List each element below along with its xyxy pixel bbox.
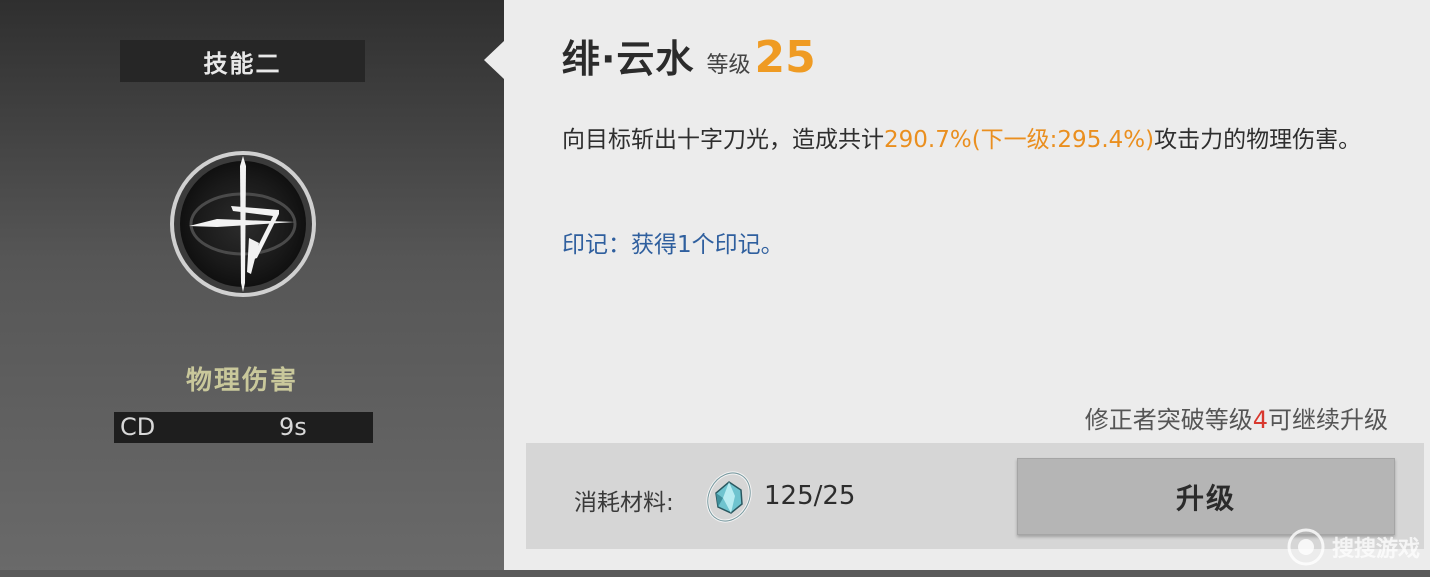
breakthrough-text-tail: 可继续升级 bbox=[1268, 406, 1388, 434]
skill-side-panel: 技能二 物理伤害 CD 9s bbox=[0, 0, 504, 577]
cooldown-value: 9s bbox=[279, 413, 307, 441]
breakthrough-text: 修正者突破等级 bbox=[1084, 406, 1253, 434]
watermark: 搜搜游戏 bbox=[1286, 527, 1420, 567]
bottom-strip bbox=[0, 570, 1430, 577]
skill-detail-panel: 绯·云水 等级 25 向目标斩出十字刀光，造成共计290.7%(下一级:295.… bbox=[504, 0, 1430, 570]
damage-percent-highlight: 290.7%(下一级:295.4%) bbox=[884, 127, 1155, 153]
damage-type-label: 物理伤害 bbox=[185, 366, 298, 396]
upgrade-button[interactable]: 升级 bbox=[1017, 458, 1395, 535]
watermark-text: 搜搜游戏 bbox=[1331, 537, 1420, 562]
level-label: 等级 bbox=[706, 53, 751, 78]
skill-title-row: 绯·云水 等级 25 bbox=[562, 28, 816, 83]
description-text: 向目标斩出十字刀光，造成共计 bbox=[562, 127, 884, 153]
cooldown-bar: CD 9s bbox=[114, 412, 373, 443]
cross-slash-icon[interactable] bbox=[167, 148, 319, 300]
watermark-logo-icon bbox=[1287, 528, 1325, 566]
panel-pointer-arrow bbox=[484, 41, 504, 79]
breakthrough-level: 4 bbox=[1252, 406, 1268, 434]
skill-description: 向目标斩出十字刀光，造成共计290.7%(下一级:295.4%)攻击力的物理伤害… bbox=[562, 124, 1402, 156]
material-count: 125/25 bbox=[764, 481, 856, 511]
cooldown-label: CD bbox=[120, 413, 156, 441]
breakthrough-requirement: 修正者突破等级4可继续升级 bbox=[1085, 400, 1388, 435]
skill-name: 绯·云水 bbox=[562, 37, 695, 81]
skill-slot-tag: 技能二 bbox=[120, 40, 365, 82]
level-value: 25 bbox=[754, 32, 816, 83]
material-label: 消耗材料: bbox=[574, 490, 674, 516]
description-text-tail: 攻击力的物理伤害。 bbox=[1154, 127, 1362, 153]
mark-effect-text: 印记：获得1个印记。 bbox=[562, 232, 784, 258]
crystal-material-icon[interactable] bbox=[704, 468, 754, 526]
